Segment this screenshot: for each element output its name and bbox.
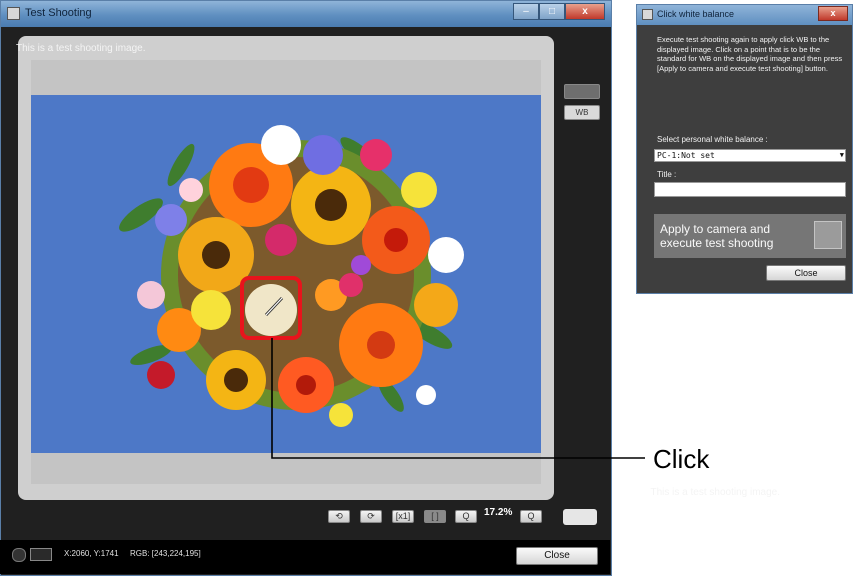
wb-title-bar[interactable]: Click white balance x (637, 5, 852, 25)
side-tool-button[interactable] (564, 84, 600, 99)
apply-and-test-shoot-button[interactable]: Apply to camera and execute test shootin… (654, 214, 846, 258)
apply-button-label: Apply to camera and execute test shootin… (660, 222, 774, 250)
caption-top: This is a test shooting image. (16, 43, 146, 54)
actual-size-button[interactable]: [x1] (392, 510, 414, 523)
wb-title-input[interactable] (654, 182, 846, 197)
app-icon (7, 7, 20, 20)
flower-bouquet-image (31, 95, 541, 453)
rotate-right-button[interactable]: ⟳ (360, 510, 382, 523)
personal-wb-select-value: PC-1:Not set (657, 151, 715, 160)
wb-close-button[interactable]: Close (766, 265, 846, 281)
test-shot-image[interactable] (31, 95, 541, 453)
close-button[interactable]: Close (516, 547, 598, 565)
apply-color-swatch (814, 221, 842, 249)
wb-window-close-button[interactable]: x (818, 6, 848, 21)
wb-app-icon (642, 9, 653, 20)
window-close-button[interactable]: x (565, 3, 605, 20)
minimize-button[interactable]: – (513, 3, 539, 20)
click-annotation-label: Click (653, 444, 710, 474)
white-balance-button[interactable]: WB (564, 105, 600, 120)
click-white-balance-window: Click white balance x Execute test shoot… (636, 4, 853, 294)
blank-panel-button[interactable] (563, 509, 597, 525)
chevron-down-icon: ▼ (839, 151, 844, 159)
wb-window-title: Click white balance (657, 9, 735, 19)
maximize-button[interactable]: □ (539, 3, 565, 20)
rgb-readout: RGB: [243,224,195] (130, 549, 201, 558)
wb-description: Execute test shooting again to apply cli… (657, 35, 843, 73)
zoom-out-button[interactable]: Q (455, 510, 477, 523)
cursor-coordinates: X:2060, Y:1741 (64, 549, 119, 558)
rotate-left-button[interactable]: ⟲ (328, 510, 350, 523)
wb-title-label: Title : (657, 170, 677, 179)
title-bar[interactable]: Test Shooting – □ x (1, 1, 611, 27)
camera-body-icon (30, 548, 52, 561)
window-title: Test Shooting (25, 7, 92, 19)
select-personal-wb-label: Select personal white balance : (657, 135, 768, 144)
fit-window-button[interactable]: [ ] (424, 510, 446, 523)
camera-lens-icon (12, 548, 26, 562)
personal-wb-select[interactable]: PC-1:Not set ▼ (654, 149, 846, 162)
zoom-level: 17.2% (484, 507, 513, 518)
caption-bottom: This is a test shooting image. (650, 487, 780, 498)
zoom-in-button[interactable]: Q (520, 510, 542, 523)
